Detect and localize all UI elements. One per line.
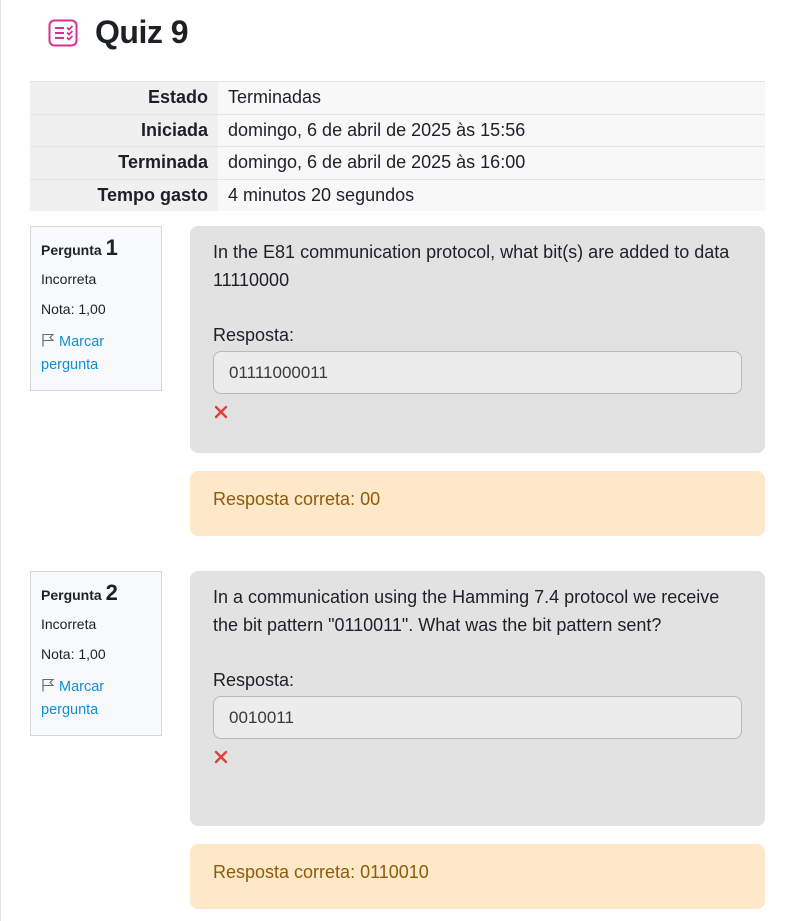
question-text: In a communication using the Hamming 7.4… (213, 587, 720, 635)
summary-label: Terminada (30, 147, 218, 179)
summary-row-time-taken: Tempo gasto 4 minutos 20 segundos (30, 178, 765, 211)
summary-value: 4 minutos 20 segundos (218, 179, 765, 211)
summary-label: Iniciada (30, 114, 218, 146)
summary-label: Estado (30, 82, 218, 114)
page-title: Quiz 9 (95, 14, 189, 50)
correct-answer-feedback-1: Resposta correta: 00 (190, 471, 765, 536)
correct-answer-feedback-2: Resposta correta: 0110010 (190, 844, 765, 909)
summary-value: Terminadas (218, 82, 765, 114)
flag-question-link[interactable]: Marcar pergunta (41, 331, 151, 376)
summary-row-started: Iniciada domingo, 6 de abril de 2025 às … (30, 113, 765, 146)
incorrect-icon (213, 400, 229, 419)
question-number-value: 2 (105, 580, 118, 605)
question-number: Pergunta 2 (41, 580, 151, 606)
flag-question-link[interactable]: Marcar pergunta (41, 676, 151, 721)
quiz-icon (47, 17, 79, 49)
question-formulation-1: In the E81 communication protocol, what … (190, 226, 765, 453)
question-info-1: Pergunta 1 Incorreta Nota: 1,00 Marcar p… (30, 226, 162, 391)
question-state: Incorreta (41, 271, 97, 287)
summary-label: Tempo gasto (30, 179, 218, 211)
summary-value: domingo, 6 de abril de 2025 às 16:00 (218, 147, 765, 179)
question-prefix: Pergunta (41, 587, 102, 603)
answer-label: Resposta: (213, 670, 295, 690)
summary-row-state: Estado Terminadas (30, 81, 765, 114)
answer-field[interactable]: 01111000011 (213, 351, 742, 394)
question-grade: Nota: 1,00 (41, 301, 106, 317)
question-info-2: Pergunta 2 Incorreta Nota: 1,00 Marcar p… (30, 571, 162, 736)
answer-label: Resposta: (213, 325, 295, 345)
question-prefix: Pergunta (41, 242, 102, 258)
page-header: Quiz 9 (47, 14, 189, 51)
question-grade: Nota: 1,00 (41, 646, 106, 662)
question-number: Pergunta 1 (41, 235, 151, 261)
flag-icon (41, 677, 55, 699)
question-state: Incorreta (41, 616, 97, 632)
summary-row-completed: Terminada domingo, 6 de abril de 2025 às… (30, 146, 765, 179)
incorrect-icon (213, 745, 229, 764)
question-text: In the E81 communication protocol, what … (213, 242, 730, 290)
question-number-value: 1 (105, 235, 118, 260)
quiz-review-page: Quiz 9 Estado Terminadas Iniciada doming… (0, 0, 790, 921)
flag-icon (41, 332, 55, 354)
answer-field[interactable]: 0010011 (213, 696, 742, 739)
summary-value: domingo, 6 de abril de 2025 às 15:56 (218, 114, 765, 146)
question-formulation-2: In a communication using the Hamming 7.4… (190, 571, 765, 826)
attempt-summary-table: Estado Terminadas Iniciada domingo, 6 de… (30, 81, 765, 211)
